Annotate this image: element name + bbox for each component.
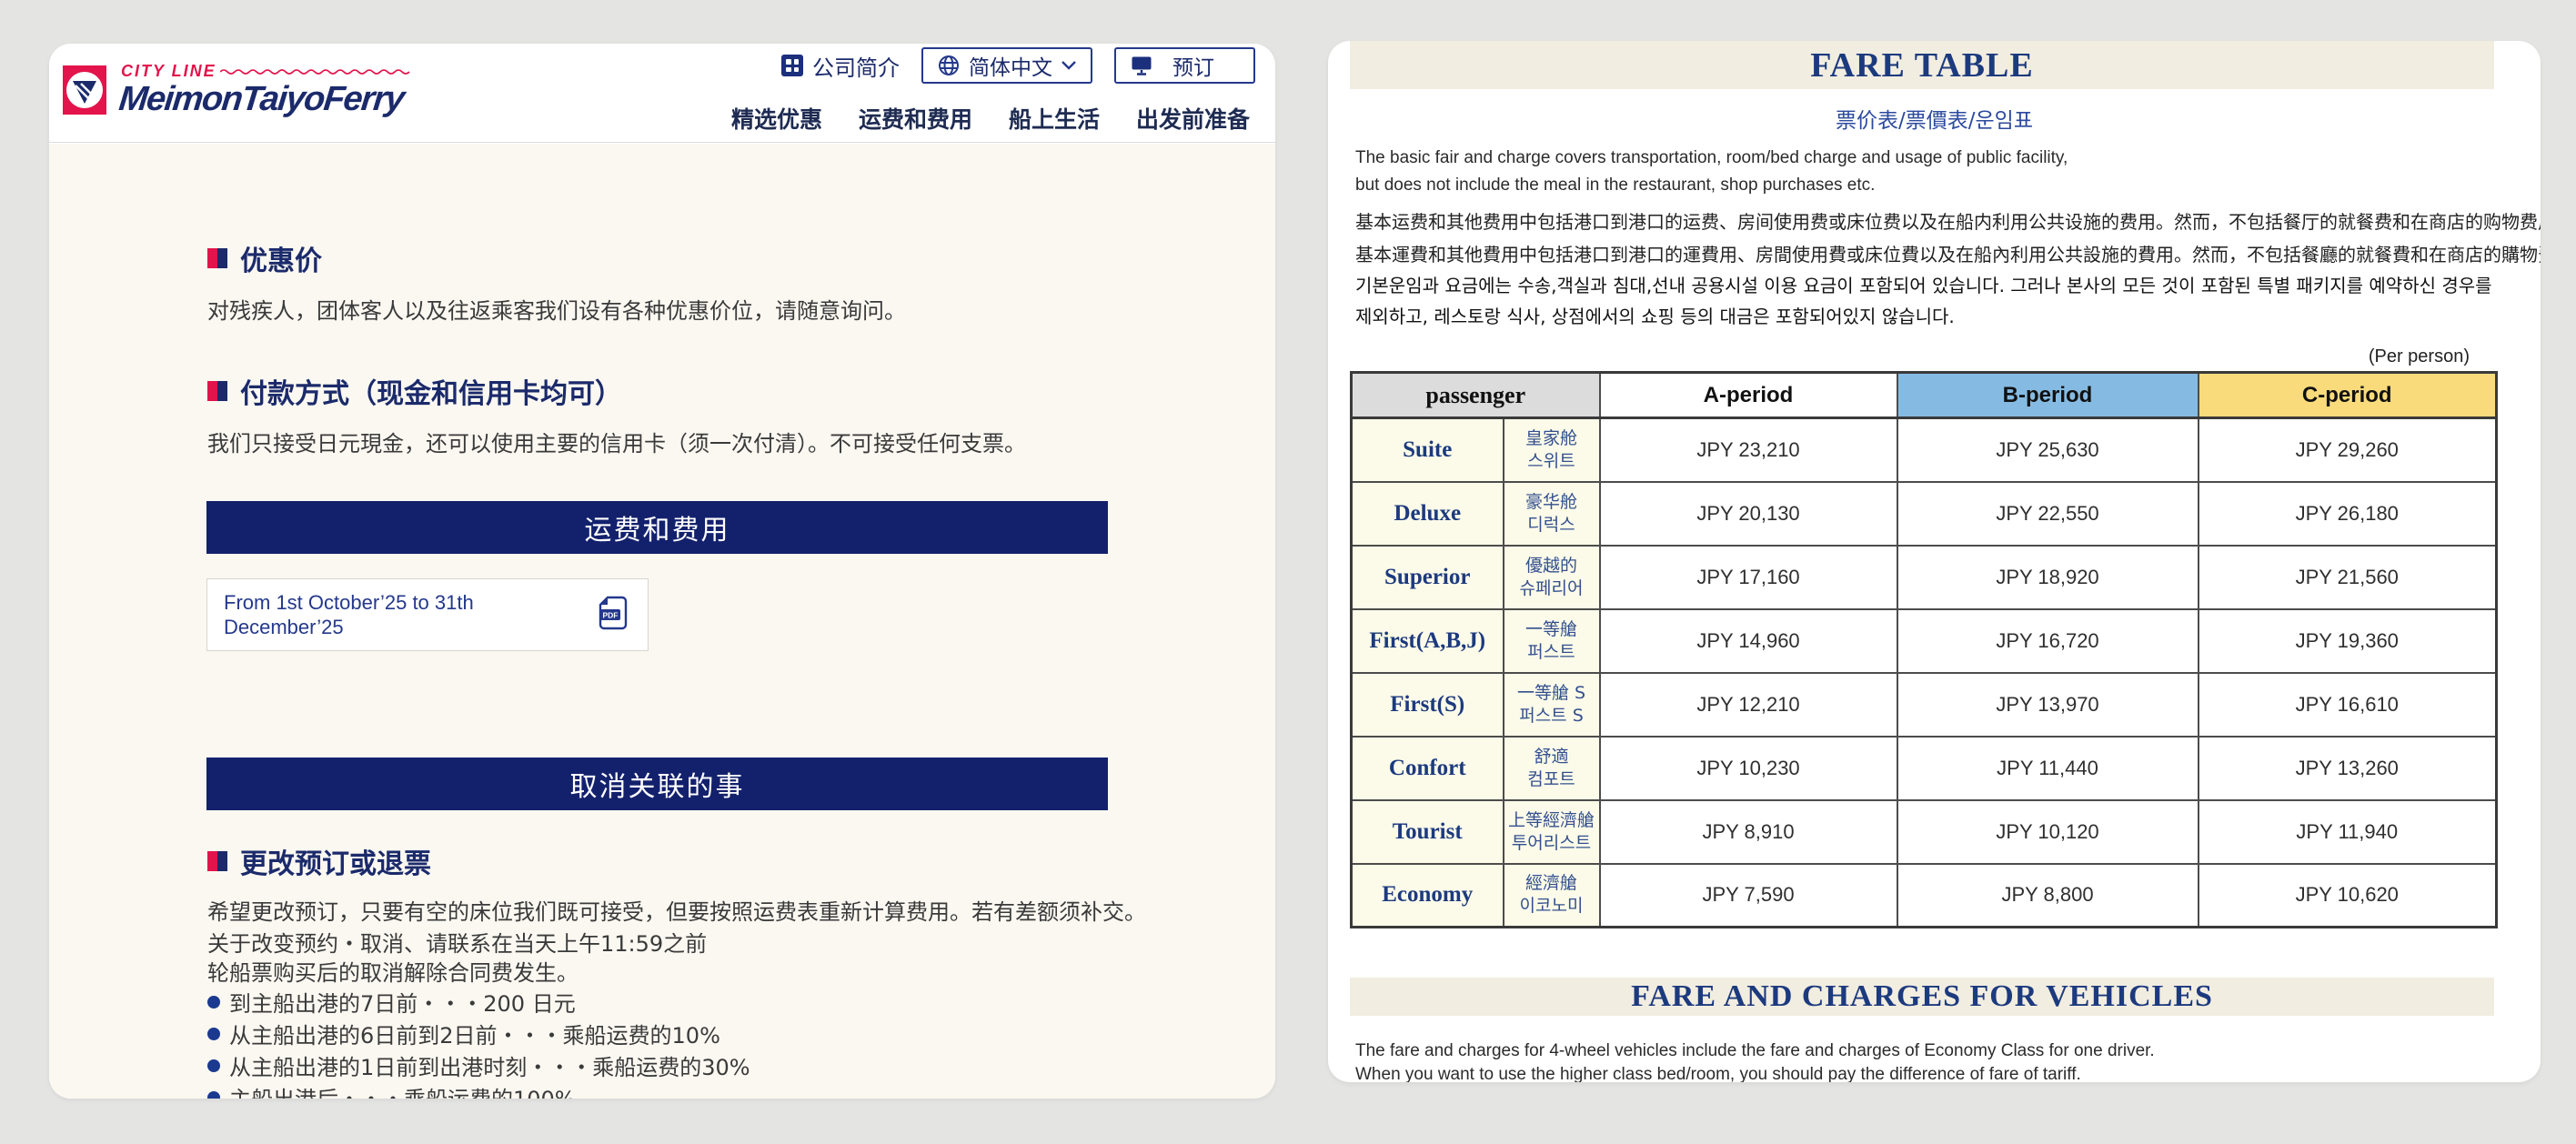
booking-button[interactable]: 预订 <box>1114 47 1255 84</box>
svg-text:PDF: PDF <box>603 611 619 620</box>
table-row: Superior 優越的슈페리어 JPY 17,160 JPY 18,920 J… <box>1352 546 2497 609</box>
vehicles-line-1: The fare and charges for 4-wheel vehicle… <box>1355 1041 2155 1061</box>
per-person-note: (Per person) <box>2369 346 2470 367</box>
change-line-3: 轮船票购买后的取消解除合同费发生。 <box>207 955 579 987</box>
wavy-line-decoration <box>220 68 416 75</box>
intro-en-line-2: but does not include the meal in the res… <box>1355 176 1875 196</box>
utility-nav: 公司简介 简体中文 预订 <box>781 47 1255 84</box>
language-label: 简体中文 <box>969 50 1052 81</box>
table-row: Suite 皇家舱스위트 JPY 23,210 JPY 25,630 JPY 2… <box>1352 418 2497 482</box>
vehicles-line-2: When you want to use the higher class be… <box>1355 1065 2081 1082</box>
chevron-down-icon <box>1062 61 1076 70</box>
table-row: Tourist 上等經濟艙투어리스트 JPY 8,910 JPY 10,120 … <box>1352 800 2497 864</box>
nav-item-onboard-life[interactable]: 船上生活 <box>1009 102 1100 135</box>
pdf-icon: PDF <box>599 596 628 634</box>
company-profile-label: 公司简介 <box>812 50 900 82</box>
heading-square-icon <box>207 381 227 401</box>
site-header: CITY LINE MeimonTaiyoFerry 公司简介 简体中文 <box>49 44 1275 143</box>
payment-title: 付款方式（现金和信用卡均可） <box>240 371 622 411</box>
change-section-heading: 更改预订或退票 <box>207 841 431 881</box>
main-nav: 精选优惠 运费和费用 船上生活 出发前准备 <box>731 102 1250 135</box>
fare-table-title: FARE TABLE <box>1350 41 2494 89</box>
cancellation-banner: 取消关联的事 <box>206 758 1108 810</box>
discount-section-heading: 优惠价 <box>207 238 322 278</box>
heading-square-icon <box>207 851 227 871</box>
payment-section-heading: 付款方式（现金和信用卡均可） <box>207 371 622 411</box>
nav-item-deals[interactable]: 精选优惠 <box>731 102 822 135</box>
table-row: Deluxe 豪华舱디럭스 JPY 20,130 JPY 22,550 JPY … <box>1352 482 2497 546</box>
table-header-row: passenger A-period B-period C-period <box>1352 373 2497 418</box>
discount-title: 优惠价 <box>240 238 322 278</box>
ferry-logo-icon <box>63 65 106 118</box>
intro-simplified-chinese: 基本运费和其他费用中包括港口到港口的运费、房间使用费或床位费以及在船内利用公共设… <box>1355 207 2541 234</box>
col-header-c-period: C-period <box>2199 373 2497 418</box>
payment-body: 我们只接受日元現金，还可以使用主要的信用卡（须一次付清）。不可接受任何支票。 <box>207 426 1026 457</box>
cancellation-fee-list: 到主船出港的7日前・・・200 日元 从主船出港的6日前到2日前・・・乘船运费的… <box>207 986 750 1099</box>
col-header-passenger: passenger <box>1352 373 1600 418</box>
table-row: First(A,B,J) 一等艙퍼스트 JPY 14,960 JPY 16,72… <box>1352 609 2497 673</box>
change-line-2: 关于改变预约・取消、请联系在当天上午11:59之前 <box>207 926 707 958</box>
fare-table-subtitle: 票价表/票價表/운임표 <box>1328 103 2541 134</box>
discount-body: 对残疾人，团体客人以及往返乘客我们设有各种优惠价位，请随意询问。 <box>207 293 906 325</box>
list-item: 从主船出港的6日前到2日前・・・乘船运费的10% <box>207 1018 750 1049</box>
fare-pdf-label: From 1st October’25 to 31th December’25 <box>224 590 569 639</box>
grid-icon <box>781 55 803 76</box>
intro-en-line-1: The basic fair and charge covers transpo… <box>1355 148 2068 168</box>
list-item: 从主船出港的1日前到出港时刻・・・乘船运费的30% <box>207 1049 750 1081</box>
logo-tagline: CITY LINE <box>121 62 216 81</box>
heading-square-icon <box>207 248 227 268</box>
page-content: 优惠价 对残疾人，团体客人以及往返乘客我们设有各种优惠价位，请随意询问。 付款方… <box>49 144 1275 1099</box>
list-item: 主船出港后・・・乘船运费的100% <box>207 1081 750 1099</box>
fare-table-panel: FARE TABLE 票价表/票價表/운임표 The basic fair an… <box>1328 41 2541 1082</box>
nav-item-before-departure[interactable]: 出发前准备 <box>1136 102 1250 135</box>
intro-traditional-chinese: 基本運費和其他費用中包括港口到港口的運費用、房間使用費或床位費以及在船內利用公共… <box>1355 240 2541 266</box>
fare-pdf-link[interactable]: From 1st October’25 to 31th December’25 … <box>206 578 649 651</box>
table-row: Confort 舒適컴포트 JPY 10,230 JPY 11,440 JPY … <box>1352 737 2497 800</box>
company-logo[interactable]: CITY LINE MeimonTaiyoFerry <box>63 62 427 127</box>
table-row: Economy 經濟艙이코노미 JPY 7,590 JPY 8,800 JPY … <box>1352 864 2497 928</box>
list-item: 到主船出港的7日前・・・200 日元 <box>207 986 750 1018</box>
language-selector[interactable]: 简体中文 <box>921 47 1092 84</box>
table-row: First(S) 一等艙 S퍼스트 S JPY 12,210 JPY 13,97… <box>1352 673 2497 737</box>
fare-table: passenger A-period B-period C-period Sui… <box>1350 371 2498 928</box>
logo-brand-text: MeimonTaiyoFerry <box>117 80 406 119</box>
intro-korean: 기본운임과 요금에는 수송,객실과 침대,선내 공용시설 이용 요금이 포함되어… <box>1355 270 2500 332</box>
monitor-icon <box>1131 55 1152 75</box>
change-title: 更改预订或退票 <box>240 841 431 881</box>
nav-item-fares[interactable]: 运费和费用 <box>859 102 972 135</box>
site-panel: CITY LINE MeimonTaiyoFerry 公司简介 简体中文 <box>49 44 1275 1099</box>
change-line-1: 希望更改预订，只要有空的床位我们既可接受，但要按照运费表重新计算费用。若有差额须… <box>207 894 1146 926</box>
col-header-b-period: B-period <box>1897 373 2199 418</box>
vehicles-section-title: FARE AND CHARGES FOR VEHICLES <box>1350 978 2494 1016</box>
booking-label: 预订 <box>1172 50 1214 81</box>
fares-banner: 运费和费用 <box>206 501 1108 554</box>
col-header-a-period: A-period <box>1600 373 1897 418</box>
company-profile-link[interactable]: 公司简介 <box>781 50 900 82</box>
globe-icon <box>938 55 960 76</box>
